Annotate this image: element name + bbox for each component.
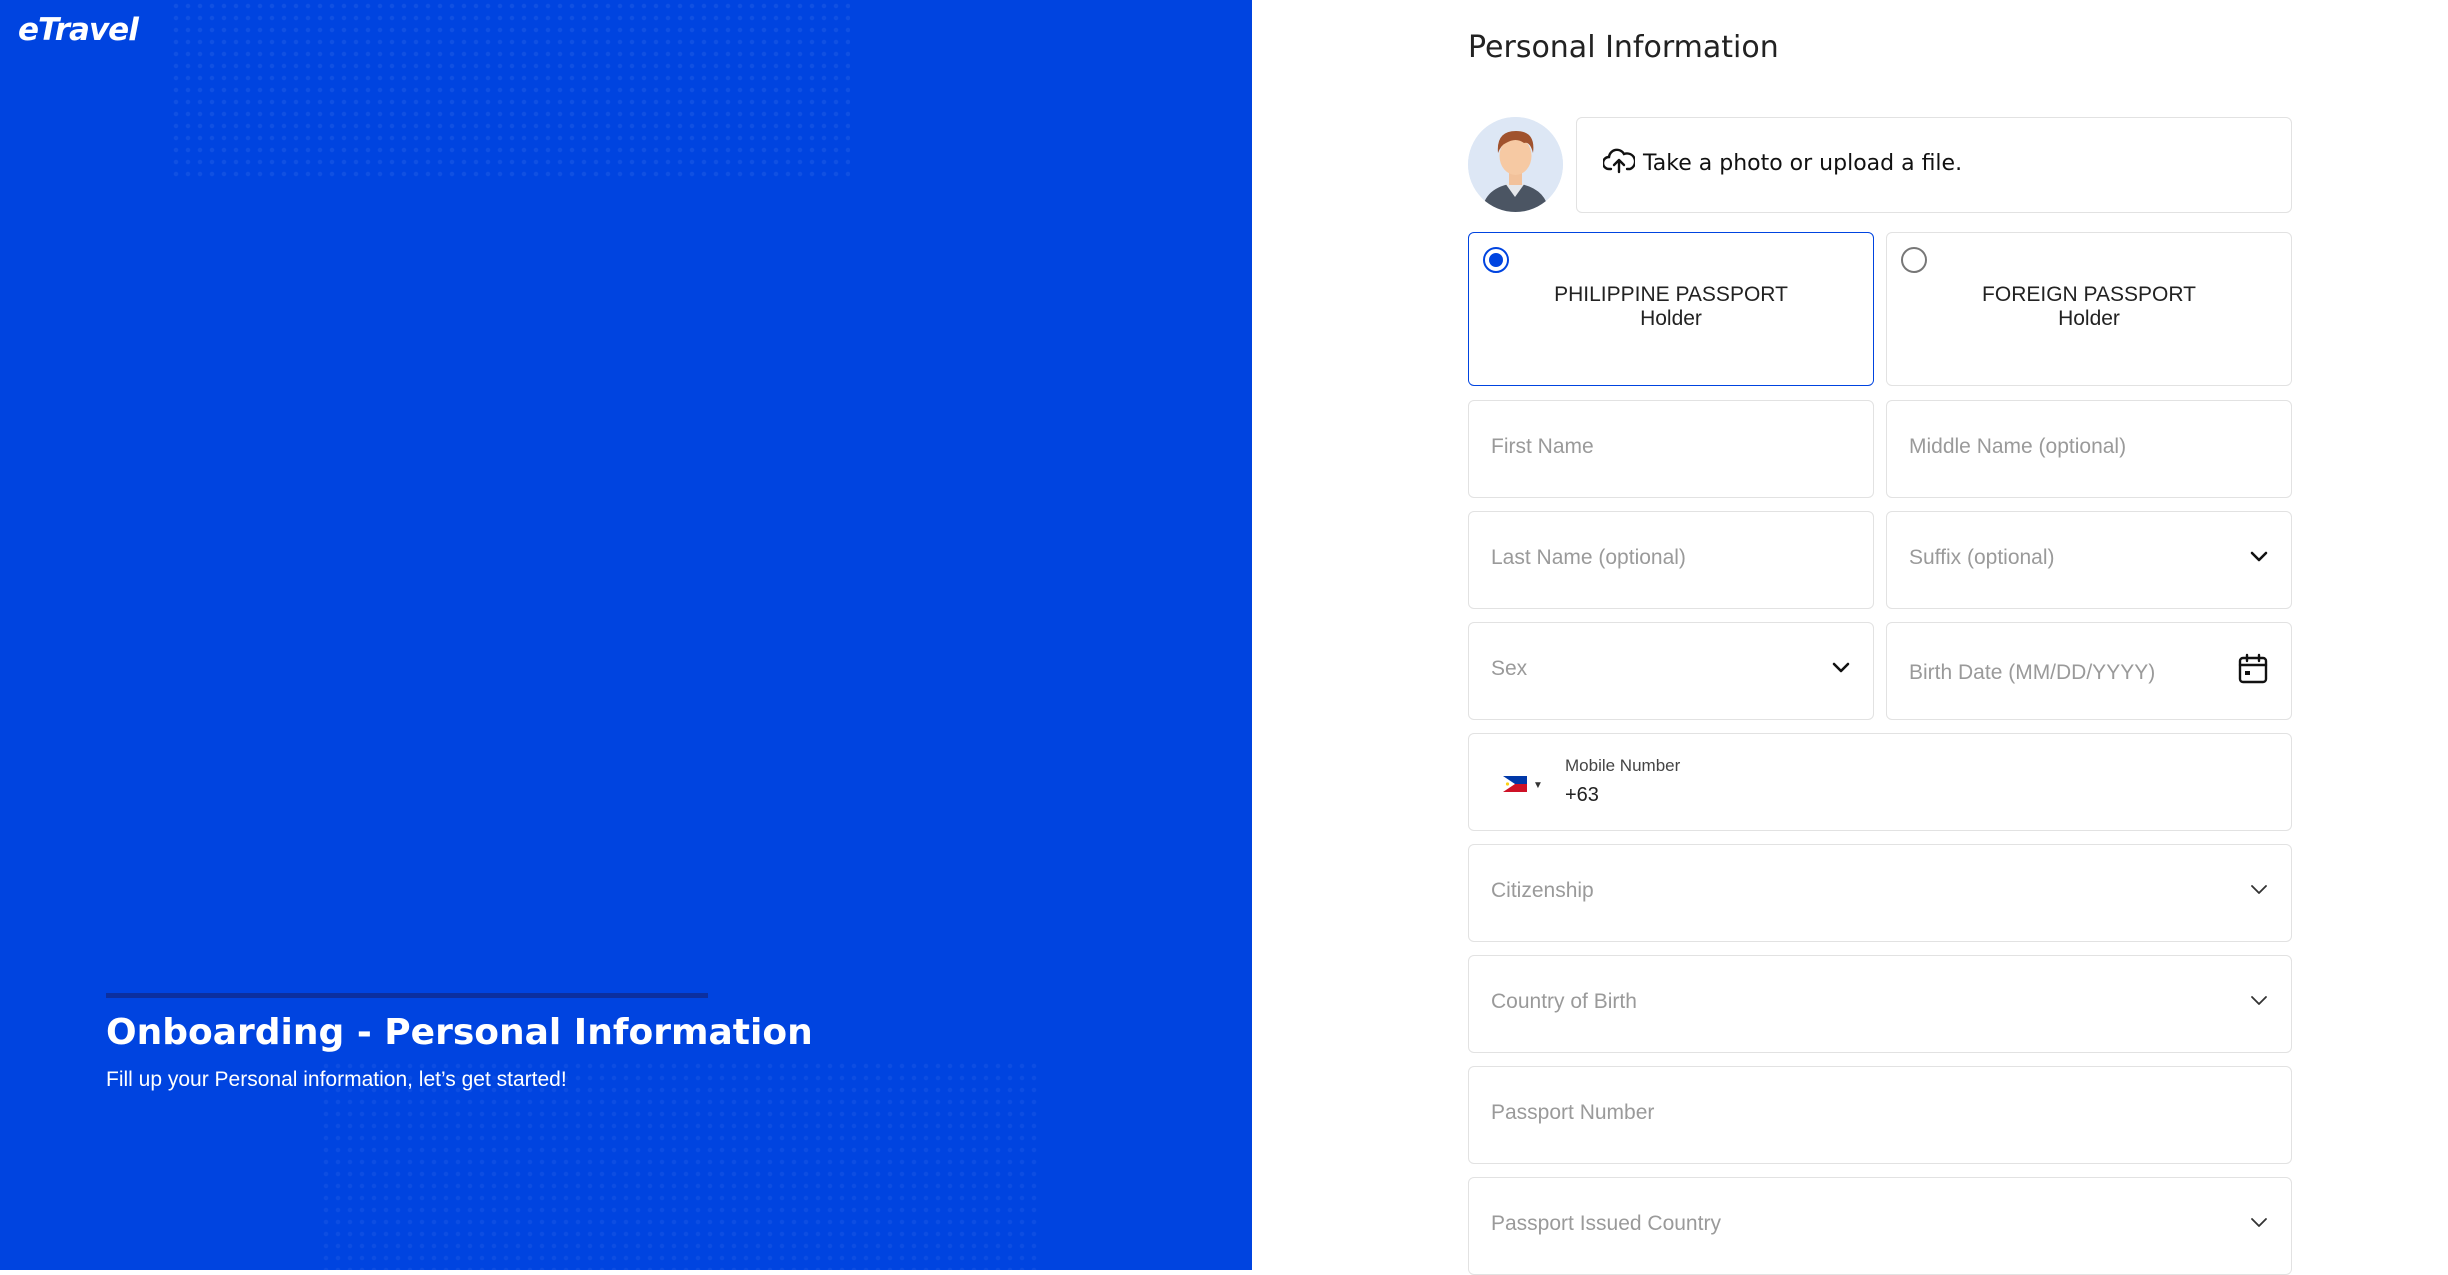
calendar-icon[interactable] xyxy=(2237,653,2269,685)
mobile-number-label: Mobile Number xyxy=(1565,756,1681,775)
option-sublabel: Holder xyxy=(1640,307,1702,330)
citizenship-select[interactable]: Citizenship xyxy=(1468,844,2292,942)
chevron-down-icon xyxy=(2250,551,2268,562)
foreign-passport-option[interactable]: FOREIGN PASSPORT Holder xyxy=(1886,232,2292,386)
mobile-number-field[interactable]: ▼ Mobile Number +63 xyxy=(1468,733,2292,831)
passport-issued-country-select[interactable]: Passport Issued Country xyxy=(1468,1177,2292,1275)
mobile-number-value[interactable]: +63 xyxy=(1565,784,1599,807)
cloud-upload-icon xyxy=(1603,148,1635,174)
suffix-select[interactable]: Suffix (optional) xyxy=(1886,511,2292,609)
onboarding-title: Onboarding - Personal Information xyxy=(106,1012,813,1053)
citizenship-placeholder: Citizenship xyxy=(1491,879,1594,902)
chevron-down-icon xyxy=(2251,885,2267,894)
birth-date-placeholder: Birth Date (MM/DD/YYYY) xyxy=(1909,661,2156,684)
sex-select[interactable]: Sex xyxy=(1468,622,1874,720)
dot-pattern-top xyxy=(170,0,850,180)
first-name-placeholder: First Name xyxy=(1491,435,1594,458)
passport-number-placeholder: Passport Number xyxy=(1491,1101,1655,1124)
user-avatar-icon xyxy=(1468,117,1563,212)
chevron-down-icon xyxy=(1832,662,1850,673)
middle-name-placeholder: Middle Name (optional) xyxy=(1909,435,2127,458)
option-label: FOREIGN PASSPORT xyxy=(1982,283,2196,306)
etravel-logo[interactable]: eTravel xyxy=(18,12,139,48)
last-name-placeholder: Last Name (optional) xyxy=(1491,546,1686,569)
last-name-field[interactable]: Last Name (optional) xyxy=(1468,511,1874,609)
upload-text: Take a photo or upload a file. xyxy=(1643,151,1963,176)
photo-upload-button[interactable]: Take a photo or upload a file. xyxy=(1576,117,2292,213)
hero-panel: eTravel Onboarding - Personal Informatio… xyxy=(0,0,1252,1270)
chevron-down-icon xyxy=(2251,996,2267,1005)
passport-issued-country-placeholder: Passport Issued Country xyxy=(1491,1212,1721,1235)
first-name-field[interactable]: First Name xyxy=(1468,400,1874,498)
country-of-birth-placeholder: Country of Birth xyxy=(1491,990,1637,1013)
country-code-caret-icon[interactable]: ▼ xyxy=(1533,780,1543,791)
philippines-flag-icon[interactable] xyxy=(1503,776,1527,792)
birth-date-field[interactable]: Birth Date (MM/DD/YYYY) xyxy=(1886,622,2292,720)
foreign-passport-radio[interactable] xyxy=(1901,247,1927,273)
middle-name-field[interactable]: Middle Name (optional) xyxy=(1886,400,2292,498)
country-of-birth-select[interactable]: Country of Birth xyxy=(1468,955,2292,1053)
sex-placeholder: Sex xyxy=(1491,657,1528,680)
chevron-down-icon xyxy=(2251,1218,2267,1227)
option-sublabel: Holder xyxy=(2058,307,2120,330)
page-title: Personal Information xyxy=(1468,30,1779,65)
philippine-passport-option[interactable]: PHILIPPINE PASSPORT Holder xyxy=(1468,232,1874,386)
suffix-placeholder: Suffix (optional) xyxy=(1909,546,2055,569)
passport-number-field[interactable]: Passport Number xyxy=(1468,1066,2292,1164)
onboarding-progress-line xyxy=(106,993,708,998)
option-label: PHILIPPINE PASSPORT xyxy=(1554,283,1788,306)
philippine-passport-radio[interactable] xyxy=(1483,247,1509,273)
onboarding-subtitle: Fill up your Personal information, let’s… xyxy=(106,1068,567,1091)
